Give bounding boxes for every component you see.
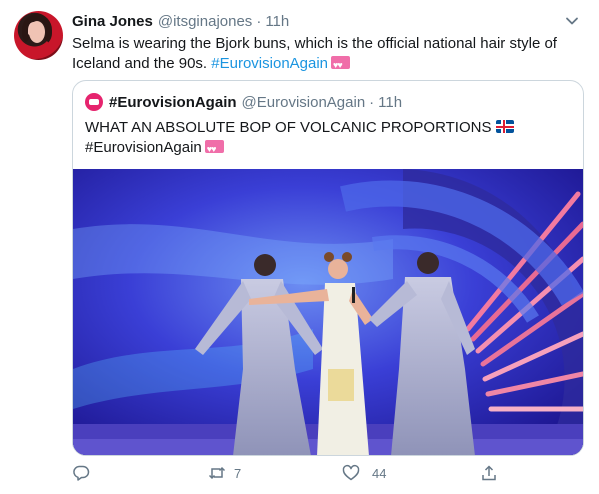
- quoted-author-handle: @EurovisionAgain: [241, 93, 366, 111]
- author-name[interactable]: Gina Jones: [72, 13, 153, 30]
- retweet-count: 7: [234, 465, 242, 481]
- retweet-button[interactable]: 7: [208, 462, 241, 484]
- separator-dot: ·: [256, 12, 262, 30]
- tweet-text: Selma is wearing the Bjork buns, which i…: [72, 34, 572, 75]
- quoted-text-content: WHAT AN ABSOLUTE BOP OF VOLCANIC PROPORT…: [85, 119, 492, 136]
- quoted-author-name: #EurovisionAgain: [109, 93, 237, 111]
- iceland-flag-icon: [496, 120, 515, 133]
- quoted-separator-dot: ·: [369, 93, 375, 111]
- quoted-time: 11h: [378, 93, 403, 111]
- quoted-text: WHAT AN ABSOLUTE BOP OF VOLCANIC PROPORT…: [85, 118, 565, 159]
- avatar[interactable]: [14, 11, 63, 60]
- stage-performance-image: [73, 169, 583, 455]
- chevron-down-icon[interactable]: [565, 14, 579, 28]
- action-bar: 7 44: [72, 462, 512, 484]
- avatar-face: [29, 21, 45, 43]
- love-letter-icon: [331, 55, 351, 75]
- quoted-media-image[interactable]: [73, 169, 583, 455]
- like-count: 44: [372, 465, 387, 481]
- like-button[interactable]: 44: [342, 462, 386, 484]
- hashtag-link[interactable]: #EurovisionAgain: [211, 55, 328, 72]
- quoted-avatar: [85, 93, 103, 111]
- retweet-icon: [208, 466, 226, 480]
- quoted-header: #EurovisionAgain @EurovisionAgain · 11h: [85, 93, 402, 111]
- share-button[interactable]: [480, 462, 498, 484]
- heart-icon: [342, 464, 360, 481]
- love-letter-icon: [204, 139, 224, 159]
- tweet-time[interactable]: 11h: [265, 13, 289, 30]
- author-handle[interactable]: @itsginajones: [158, 13, 252, 30]
- reply-icon: [73, 465, 90, 481]
- share-icon: [482, 465, 496, 481]
- quoted-tweet[interactable]: #EurovisionAgain @EurovisionAgain · 11h …: [72, 80, 584, 456]
- quoted-hashtag: #EurovisionAgain: [85, 139, 202, 156]
- reply-button[interactable]: [72, 462, 102, 484]
- tweet-header: Gina Jones @itsginajones · 11h: [72, 11, 583, 31]
- tweet[interactable]: Gina Jones @itsginajones · 11h Selma is …: [0, 0, 599, 494]
